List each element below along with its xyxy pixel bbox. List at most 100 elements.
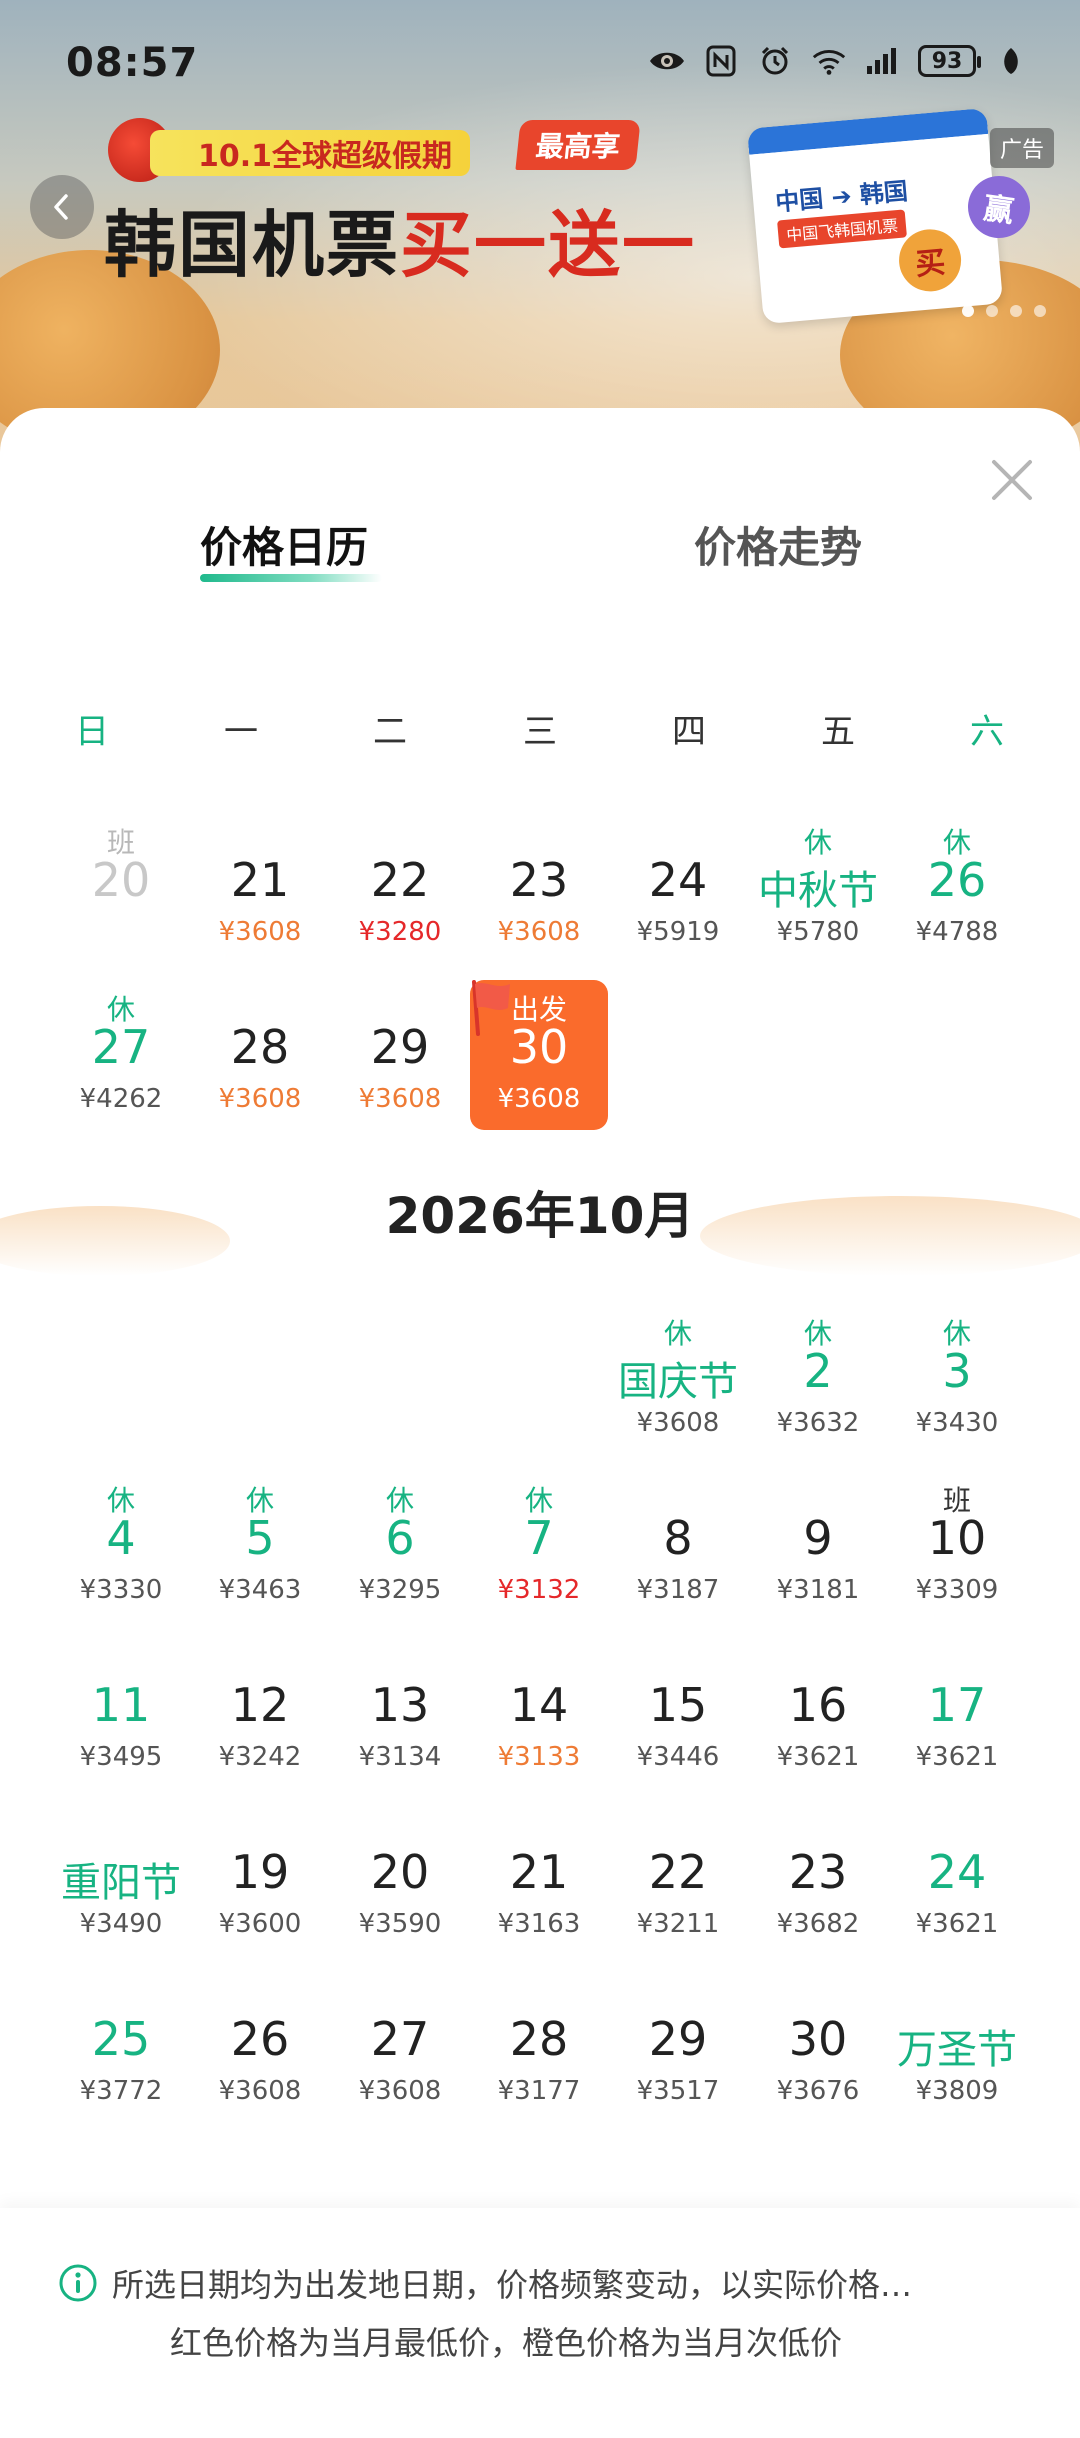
date-cell[interactable]: 重阳节 ¥3490: [52, 1805, 190, 1955]
day-price: ¥5919: [636, 917, 720, 947]
day-price: ¥3132: [497, 1575, 581, 1605]
date-cell[interactable]: 休 3 ¥3430: [888, 1304, 1026, 1454]
date-cell[interactable]: 休 4 ¥3330: [52, 1471, 190, 1621]
day-price: ¥3608: [218, 2076, 302, 2106]
date-cell[interactable]: 班 10 ¥3309: [888, 1471, 1026, 1621]
day-number: 20: [91, 853, 151, 907]
day-number: 30: [788, 2012, 848, 2066]
day-number: 20: [370, 1845, 430, 1899]
day-price: ¥3608: [358, 2076, 442, 2106]
day-number: 27: [370, 2012, 430, 2066]
promo-title-red: 买一送一: [400, 203, 697, 287]
date-cell[interactable]: 休 6 ¥3295: [331, 1471, 469, 1621]
date-cell[interactable]: 28 ¥3177: [470, 1972, 608, 2122]
date-cell[interactable]: 休 27 ¥4262: [52, 980, 190, 1130]
date-cell[interactable]: 13 ¥3134: [331, 1638, 469, 1788]
day-price: ¥3309: [915, 1575, 999, 1605]
carousel-dot: [1034, 305, 1046, 317]
date-cell[interactable]: 休 26 ¥4788: [888, 813, 1026, 963]
day-number: 22: [370, 853, 430, 907]
day-price: ¥3430: [915, 1408, 999, 1438]
date-cell[interactable]: 19 ¥3600: [191, 1805, 329, 1955]
day-price: ¥3490: [79, 1909, 163, 1939]
day-number: 8: [663, 1511, 693, 1565]
date-cell[interactable]: 30 ¥3676: [749, 1972, 887, 2122]
leaf-icon: [992, 44, 1030, 78]
back-button[interactable]: [30, 175, 94, 239]
date-cell[interactable]: 22 ¥3280: [331, 813, 469, 963]
day-number: 14: [509, 1678, 569, 1732]
day-price: ¥3295: [358, 1575, 442, 1605]
day-number: 5: [245, 1511, 275, 1565]
date-cell[interactable]: 29 ¥3608: [331, 980, 469, 1130]
promo-title-black: 韩国机票: [104, 203, 401, 287]
date-cell[interactable]: 29 ¥3517: [609, 1972, 747, 2122]
battery-indicator: 93: [918, 45, 981, 77]
date-cell[interactable]: 休 5 ¥3463: [191, 1471, 329, 1621]
day-number: 29: [370, 1020, 430, 1074]
date-cell[interactable]: 15 ¥3446: [609, 1638, 747, 1788]
day-price: ¥3608: [497, 917, 581, 947]
date-cell[interactable]: 23 ¥3682: [749, 1805, 887, 1955]
day-price: ¥3608: [218, 1084, 302, 1114]
day-price: ¥3242: [218, 1742, 302, 1772]
date-cell[interactable]: 休 2 ¥3632: [749, 1304, 887, 1454]
day-price: ¥3621: [776, 1742, 860, 1772]
day-price: ¥3134: [358, 1742, 442, 1772]
date-cell[interactable]: 休 7 ¥3132: [470, 1471, 608, 1621]
day-number: 10: [927, 1511, 987, 1565]
date-cell[interactable]: 24 ¥3621: [888, 1805, 1026, 1955]
date-cell[interactable]: 16 ¥3621: [749, 1638, 887, 1788]
date-cell[interactable]: 20 ¥3590: [331, 1805, 469, 1955]
day-number: 国庆节: [618, 1359, 738, 1405]
date-cell[interactable]: 27 ¥3608: [331, 1972, 469, 2122]
day-number: 12: [230, 1678, 290, 1732]
day-number: 21: [509, 1845, 569, 1899]
date-cell[interactable]: 17 ¥3621: [888, 1638, 1026, 1788]
ticket-card: 中国 ➔ 韩国 中国飞韩国机票 买: [746, 107, 1004, 325]
day-price: ¥3187: [636, 1575, 720, 1605]
day-number: 23: [788, 1845, 848, 1899]
date-cell[interactable]: 9 ¥3181: [749, 1471, 887, 1621]
day-price: ¥3608: [218, 917, 302, 947]
date-cell[interactable]: 休 国庆节 ¥3608: [609, 1304, 747, 1454]
date-cell[interactable]: 23 ¥3608: [470, 813, 608, 963]
info-icon: [59, 2264, 97, 2302]
notice-text-1: 所选日期均为出发地日期，价格频繁变动，以实际价格…: [112, 2266, 913, 2304]
day-price: ¥3517: [636, 2076, 720, 2106]
date-cell[interactable]: 8 ¥3187: [609, 1471, 747, 1621]
day-number: 26: [230, 2012, 290, 2066]
flag-icon: [472, 980, 510, 1036]
date-cell[interactable]: 25 ¥3772: [52, 1972, 190, 2122]
day-price: ¥3621: [915, 1742, 999, 1772]
day-price: ¥4262: [79, 1084, 163, 1114]
date-cell[interactable]: 24 ¥5919: [609, 813, 747, 963]
day-number: 重阳节: [61, 1860, 181, 1906]
day-number: 9: [803, 1511, 833, 1565]
day-price: ¥3809: [915, 2076, 999, 2106]
day-price: ¥3608: [358, 1084, 442, 1114]
date-cell[interactable]: 休 中秋节 ¥5780: [749, 813, 887, 963]
day-number: 万圣节: [897, 2027, 1017, 2073]
date-cell: 班 20: [52, 813, 190, 963]
carousel-dots: [962, 305, 1046, 317]
date-cell[interactable]: 21 ¥3608: [191, 813, 329, 963]
day-number: 28: [230, 1020, 290, 1074]
date-cell[interactable]: 21 ¥3163: [470, 1805, 608, 1955]
status-icons: 93: [648, 44, 1030, 78]
date-cell[interactable]: 11 ¥3495: [52, 1638, 190, 1788]
day-number: 2: [803, 1344, 833, 1398]
day-price: ¥3495: [79, 1742, 163, 1772]
date-cell[interactable]: 26 ¥3608: [191, 1972, 329, 2122]
chevron-left-icon: [54, 194, 68, 220]
day-price: ¥3177: [497, 2076, 581, 2106]
notice-line-1: 所选日期均为出发地日期，价格频繁变动，以实际价格…: [58, 2260, 1018, 2306]
day-price: ¥4788: [915, 917, 999, 947]
date-cell[interactable]: 万圣节 ¥3809: [888, 1972, 1026, 2122]
date-cell[interactable]: 14 ¥3133: [470, 1638, 608, 1788]
date-cell[interactable]: 28 ¥3608: [191, 980, 329, 1130]
day-price: ¥3133: [497, 1742, 581, 1772]
date-cell[interactable]: 12 ¥3242: [191, 1638, 329, 1788]
day-number: 中秋节: [758, 868, 878, 914]
date-cell[interactable]: 22 ¥3211: [609, 1805, 747, 1955]
